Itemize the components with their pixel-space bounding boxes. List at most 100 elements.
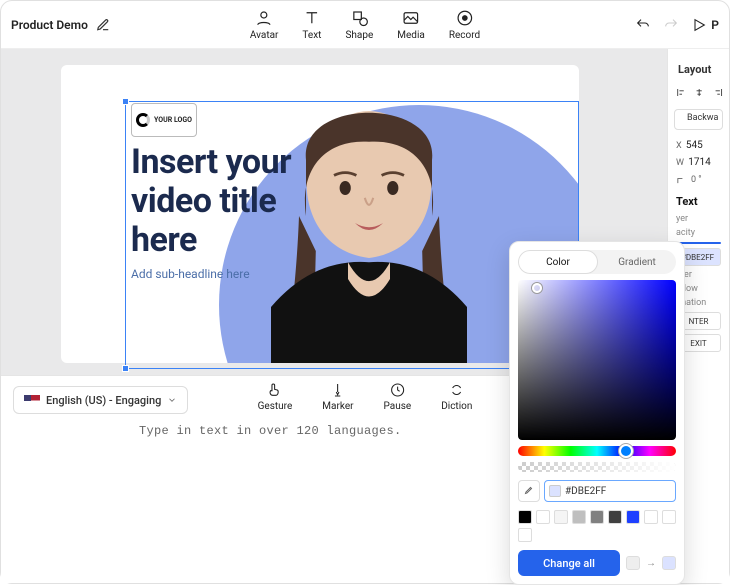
hex-value: #DBE2FF: [565, 486, 606, 497]
gesture-label: Gesture: [258, 401, 293, 412]
undo-icon[interactable]: [635, 17, 651, 33]
slide-title[interactable]: Insert your video title here: [131, 143, 331, 260]
text-icon: [303, 9, 321, 27]
align-tools: [674, 86, 723, 99]
w-label: W: [676, 158, 684, 168]
hex-input[interactable]: #DBE2FF: [544, 480, 676, 502]
layout-section-title: Layout: [678, 63, 723, 76]
diction-label: Diction: [441, 401, 472, 412]
arrow-right-icon: →: [646, 558, 656, 569]
redo-icon[interactable]: [663, 17, 679, 33]
tool-text[interactable]: Text: [302, 9, 321, 41]
eyedropper-button[interactable]: [518, 480, 540, 502]
swatch-black[interactable]: [518, 510, 532, 524]
swatch-blue[interactable]: [626, 510, 640, 524]
change-from-swatch: [626, 556, 640, 570]
tool-record[interactable]: Record: [449, 9, 480, 41]
tool-media-label: Media: [397, 30, 425, 41]
flag-us-icon: [24, 395, 40, 406]
swatch-empty2[interactable]: [662, 510, 676, 524]
marker-icon: [330, 382, 346, 398]
swatch-empty1[interactable]: [644, 510, 658, 524]
language-label: English (US) - Engaging: [46, 394, 161, 407]
opacity-label: acity: [676, 228, 721, 238]
sv-cursor[interactable]: [532, 283, 542, 293]
x-value[interactable]: 545: [686, 140, 703, 151]
backward-button[interactable]: Backwa: [674, 109, 723, 130]
swatch-row: [518, 510, 676, 542]
record-icon: [455, 9, 473, 27]
hex-swatch-icon: [549, 485, 561, 497]
text-section-title: Text: [676, 195, 721, 208]
swatch-empty3[interactable]: [518, 528, 532, 542]
swatch-grey1[interactable]: [554, 510, 568, 524]
rotation-icon: [676, 174, 687, 185]
shape-icon: [350, 9, 368, 27]
align-right-icon[interactable]: [713, 86, 723, 99]
selection-handle-bl[interactable]: [122, 365, 129, 372]
layer-label: yer: [676, 214, 721, 224]
gesture-icon: [267, 382, 283, 398]
logo-ring-icon: [136, 113, 150, 127]
play-icon: [691, 17, 707, 33]
language-selector[interactable]: English (US) - Engaging: [13, 386, 188, 414]
alpha-slider[interactable]: [518, 462, 676, 472]
project-title-wrap[interactable]: Product Demo: [11, 18, 110, 32]
exit-label: EXIT: [690, 339, 706, 348]
media-icon: [402, 9, 420, 27]
hue-cursor[interactable]: [619, 444, 633, 458]
tab-color[interactable]: Color: [518, 250, 598, 274]
color-picker-popover: Color Gradient #DBE2FF: [509, 241, 685, 585]
logo-placeholder[interactable]: YOUR LOGO: [131, 103, 197, 137]
play-label: P: [711, 18, 719, 32]
tool-record-label: Record: [449, 30, 480, 41]
toolbar: Avatar Text Shape Media Record: [250, 9, 480, 41]
tool-shape-label: Shape: [345, 30, 373, 41]
swatch-grey4[interactable]: [608, 510, 622, 524]
swatch-grey2[interactable]: [572, 510, 586, 524]
tool-shape[interactable]: Shape: [345, 9, 373, 41]
saturation-value-area[interactable]: [518, 280, 676, 440]
swatch-white[interactable]: [536, 510, 550, 524]
topbar-right: P: [635, 17, 719, 33]
tool-gesture[interactable]: Gesture: [258, 382, 293, 412]
fill-hex-value: #DBE2FF: [681, 253, 714, 262]
tool-diction[interactable]: Diction: [441, 382, 472, 412]
align-left-icon[interactable]: [676, 86, 686, 99]
tool-text-label: Text: [302, 30, 321, 41]
backward-label: Backwa: [687, 113, 718, 126]
pause-icon: [389, 382, 405, 398]
change-all-button[interactable]: Change all: [518, 550, 620, 576]
tool-marker[interactable]: Marker: [322, 382, 353, 412]
avatar-icon: [255, 9, 273, 27]
hue-slider[interactable]: [518, 446, 676, 456]
pause-label: Pause: [384, 401, 412, 412]
tab-gradient[interactable]: Gradient: [598, 250, 676, 274]
script-input[interactable]: Type in text in over 120 languages.: [139, 424, 402, 438]
tool-avatar[interactable]: Avatar: [250, 9, 279, 41]
script-tools: Gesture Marker Pause Diction: [258, 382, 473, 412]
tool-avatar-label: Avatar: [250, 30, 279, 41]
eyedropper-icon: [523, 485, 535, 497]
diction-icon: [449, 382, 465, 398]
color-tabs: Color Gradient: [518, 250, 676, 274]
chevron-down-icon: [167, 395, 177, 405]
marker-label: Marker: [322, 401, 353, 412]
enter-label: NTER: [689, 317, 709, 326]
pencil-icon[interactable]: [96, 18, 110, 32]
canvas-slide[interactable]: YOUR LOGO Insert your video title here A…: [61, 65, 579, 363]
align-center-icon[interactable]: [694, 86, 704, 99]
swatch-grey3[interactable]: [590, 510, 604, 524]
project-title: Product Demo: [11, 18, 88, 32]
topbar: Product Demo Avatar Text Shape Media Rec…: [1, 1, 729, 49]
logo-text: YOUR LOGO: [154, 117, 192, 124]
workspace: YOUR LOGO Insert your video title here A…: [1, 49, 729, 583]
slide-subtitle[interactable]: Add sub-headline here: [131, 267, 250, 281]
tool-pause[interactable]: Pause: [384, 382, 412, 412]
rotation-value[interactable]: 0 °: [691, 175, 702, 185]
w-value[interactable]: 1714: [688, 157, 710, 168]
change-to-swatch: [662, 556, 676, 570]
play-button[interactable]: P: [691, 17, 719, 33]
x-label: X: [676, 141, 682, 151]
tool-media[interactable]: Media: [397, 9, 425, 41]
